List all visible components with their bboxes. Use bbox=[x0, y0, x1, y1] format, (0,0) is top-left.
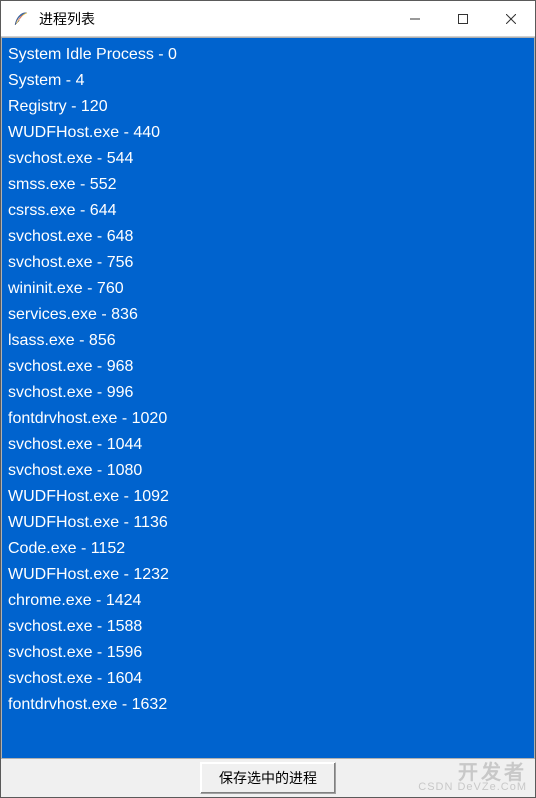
list-item[interactable]: WUDFHost.exe - 1232 bbox=[6, 562, 530, 588]
list-item[interactable]: Registry - 120 bbox=[6, 94, 530, 120]
list-item[interactable]: svchost.exe - 1596 bbox=[6, 640, 530, 666]
list-item[interactable]: System Idle Process - 0 bbox=[6, 42, 530, 68]
list-item[interactable]: lsass.exe - 856 bbox=[6, 328, 530, 354]
list-item[interactable]: svchost.exe - 1588 bbox=[6, 614, 530, 640]
list-item[interactable]: svchost.exe - 1080 bbox=[6, 458, 530, 484]
watermark-sub: CSDN DeVZe.CoM bbox=[418, 781, 527, 793]
minimize-button[interactable] bbox=[391, 1, 439, 36]
bottom-bar: 保存选中的进程 开发者 CSDN DeVZe.CoM bbox=[1, 759, 535, 797]
close-button[interactable] bbox=[487, 1, 535, 36]
list-item[interactable]: csrss.exe - 644 bbox=[6, 198, 530, 224]
list-item[interactable]: smss.exe - 552 bbox=[6, 172, 530, 198]
process-listbox[interactable]: System Idle Process - 0System - 4Registr… bbox=[1, 37, 535, 759]
window-title: 进程列表 bbox=[39, 9, 391, 29]
client-area: System Idle Process - 0System - 4Registr… bbox=[1, 37, 535, 797]
list-item[interactable]: chrome.exe - 1424 bbox=[6, 588, 530, 614]
list-item[interactable]: WUDFHost.exe - 1092 bbox=[6, 484, 530, 510]
list-item[interactable]: svchost.exe - 996 bbox=[6, 380, 530, 406]
watermark-main: 开发者 bbox=[458, 756, 527, 785]
list-item[interactable]: Code.exe - 1152 bbox=[6, 536, 530, 562]
list-item[interactable]: svchost.exe - 1604 bbox=[6, 666, 530, 692]
list-item[interactable]: services.exe - 836 bbox=[6, 302, 530, 328]
list-item[interactable]: svchost.exe - 544 bbox=[6, 146, 530, 172]
list-item[interactable]: WUDFHost.exe - 440 bbox=[6, 120, 530, 146]
maximize-button[interactable] bbox=[439, 1, 487, 36]
app-window: 进程列表 System Idle Process - 0System - 4Re… bbox=[0, 0, 536, 798]
list-item[interactable]: System - 4 bbox=[6, 68, 530, 94]
list-item[interactable]: wininit.exe - 760 bbox=[6, 276, 530, 302]
list-item[interactable]: svchost.exe - 1044 bbox=[6, 432, 530, 458]
feather-icon bbox=[11, 9, 31, 29]
list-item[interactable]: fontdrvhost.exe - 1020 bbox=[6, 406, 530, 432]
list-item[interactable]: svchost.exe - 648 bbox=[6, 224, 530, 250]
list-item[interactable]: svchost.exe - 756 bbox=[6, 250, 530, 276]
list-item[interactable]: svchost.exe - 968 bbox=[6, 354, 530, 380]
watermark: 开发者 CSDN DeVZe.CoM bbox=[418, 756, 527, 793]
save-selected-button[interactable]: 保存选中的进程 bbox=[200, 762, 336, 794]
window-controls bbox=[391, 1, 535, 36]
titlebar[interactable]: 进程列表 bbox=[1, 1, 535, 37]
list-item[interactable]: fontdrvhost.exe - 1632 bbox=[6, 692, 530, 718]
list-item[interactable]: WUDFHost.exe - 1136 bbox=[6, 510, 530, 536]
